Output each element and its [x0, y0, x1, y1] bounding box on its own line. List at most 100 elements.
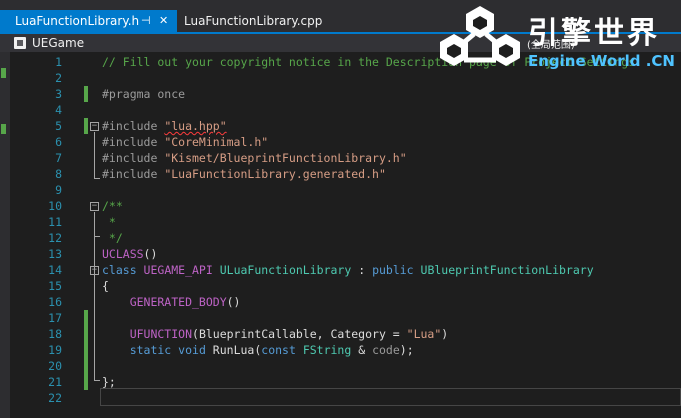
line-number: 14 [48, 263, 62, 277]
code-token: GENERATED_BODY [102, 295, 227, 309]
line-number: 11 [48, 215, 62, 229]
code-token: /** [102, 199, 123, 213]
code-line[interactable]: 10 −/** [0, 198, 681, 214]
code-line[interactable]: 5 − #include "lua.hpp" [0, 118, 681, 134]
code-line[interactable]: 19 static void RunLua(const FString & co… [0, 342, 681, 358]
code-text[interactable]: class UEGAME_API ULuaFunctionLibrary : p… [102, 262, 594, 278]
code-text[interactable]: UFUNCTION(BlueprintCallable, Category = … [102, 326, 449, 342]
code-text[interactable]: #include "LuaFunctionLibrary.generated.h… [102, 166, 386, 182]
line-number: 6 [55, 135, 62, 149]
code-token: "CoreMinimal.h" [164, 135, 269, 149]
code-editor[interactable]: 1// Fill out your copyright notice in th… [0, 52, 681, 418]
code-text[interactable]: GENERATED_BODY() [102, 294, 241, 310]
code-text[interactable]: #include "CoreMinimal.h" [102, 134, 268, 150]
line-number: 9 [55, 183, 62, 197]
line-number: 19 [48, 343, 62, 357]
watermark-cn-text: 引擎世界 [528, 16, 660, 51]
code-token: code [372, 343, 400, 357]
change-marker [84, 310, 88, 326]
code-token: */ [102, 231, 123, 245]
code-text[interactable]: }; [102, 374, 116, 390]
code-line[interactable]: 12 */ [0, 230, 681, 246]
code-line[interactable]: 11 * [0, 214, 681, 230]
code-text[interactable]: #include "Kismet/BlueprintFunctionLibrar… [102, 150, 407, 166]
code-token: "Lua" [406, 327, 442, 341]
line-number: 20 [48, 359, 62, 373]
code-line[interactable]: 4 [0, 102, 681, 118]
code-line[interactable]: 21}; [0, 374, 681, 390]
code-line[interactable]: 6 #include "CoreMinimal.h" [0, 134, 681, 150]
code-line[interactable]: 15 { [0, 278, 681, 294]
code-token: #pragma once [102, 87, 186, 101]
code-token: RunLua( [212, 343, 262, 357]
code-line[interactable]: 3 #pragma once [0, 86, 681, 102]
change-marker [84, 118, 88, 134]
code-token: #include [102, 167, 165, 181]
engine-world-logo-icon [440, 6, 520, 66]
code-token: * [102, 215, 116, 229]
code-token: UFUNCTION [102, 327, 193, 341]
code-line[interactable]: 13 UCLASS() [0, 246, 681, 262]
tab-lua-function-library-cpp[interactable]: LuaFunctionLibrary.cpp [178, 10, 322, 32]
code-token: void [178, 343, 213, 357]
line-number: 17 [48, 311, 62, 325]
code-text[interactable]: static void RunLua(const FString & code)… [102, 342, 414, 358]
line-number: 22 [48, 391, 62, 405]
code-token: & [351, 343, 373, 357]
fold-toggle-icon[interactable]: − [90, 202, 99, 211]
code-token: static [102, 343, 179, 357]
code-token: #include [102, 119, 165, 133]
line-number: 16 [48, 295, 62, 309]
line-number: 7 [55, 151, 62, 165]
code-token: class [102, 263, 144, 277]
code-token: () [226, 295, 241, 309]
code-token: : [351, 263, 373, 277]
code-line[interactable]: 7 #include "Kismet/BlueprintFunctionLibra… [0, 150, 681, 166]
code-line[interactable]: 20 [0, 358, 681, 374]
code-line[interactable]: 17 [0, 310, 681, 326]
line-number: 3 [55, 87, 62, 101]
line-number: 13 [48, 247, 62, 261]
code-token: public [372, 263, 421, 277]
close-icon[interactable]: ✕ [159, 10, 168, 32]
code-line[interactable]: 9 [0, 182, 681, 198]
change-marker [84, 342, 88, 358]
line-number: 8 [55, 167, 62, 181]
line-number: 15 [48, 279, 62, 293]
code-text[interactable]: * [102, 214, 116, 230]
code-token: { [102, 279, 109, 293]
code-token: "lua.hpp" [164, 119, 227, 133]
code-line[interactable]: 16 GENERATED_BODY() [0, 294, 681, 310]
code-text[interactable]: { [102, 278, 109, 294]
code-token: UCLASS [102, 247, 144, 261]
code-token: #include [102, 151, 165, 165]
engine-world-watermark: 引擎世界 Engine World .CN [440, 4, 681, 74]
change-marker [84, 86, 88, 102]
change-marker [84, 374, 88, 390]
code-text[interactable]: */ [102, 230, 123, 246]
code-text[interactable]: #pragma once [102, 86, 185, 102]
fold-toggle-icon[interactable]: − [90, 122, 99, 131]
change-marker [84, 358, 88, 374]
code-token: #include [102, 135, 165, 149]
code-text[interactable]: UCLASS() [102, 246, 157, 262]
code-token: }; [102, 375, 116, 389]
tab-lua-function-library-h[interactable]: LuaFunctionLibrary.h ⊣ ✕ [0, 10, 177, 32]
watermark-en-text: Engine World .CN [528, 52, 675, 70]
fold-toggle-icon[interactable]: − [90, 266, 99, 275]
code-line[interactable]: 18 UFUNCTION(BlueprintCallable, Category… [0, 326, 681, 342]
code-token: ULuaFunctionLibrary [219, 263, 352, 277]
code-token: (BlueprintCallable, Category = [192, 327, 407, 341]
code-line[interactable]: 14 − class UEGAME_API ULuaFunctionLibrary … [0, 262, 681, 278]
code-text[interactable]: /** [102, 198, 123, 214]
code-line[interactable]: 8 #include "LuaFunctionLibrary.generated.… [0, 166, 681, 182]
code-token: "LuaFunctionLibrary.generated.h" [164, 167, 386, 181]
pin-icon[interactable]: ⊣ [141, 10, 151, 32]
code-token: ) [441, 327, 449, 341]
line-number: 2 [55, 71, 62, 85]
code-text[interactable]: #include "lua.hpp" [102, 118, 227, 134]
tab-label: LuaFunctionLibrary.cpp [184, 14, 323, 28]
line-number: 18 [48, 327, 62, 341]
tab-label: LuaFunctionLibrary.h [15, 14, 140, 28]
code-line[interactable]: 22 [0, 390, 681, 406]
